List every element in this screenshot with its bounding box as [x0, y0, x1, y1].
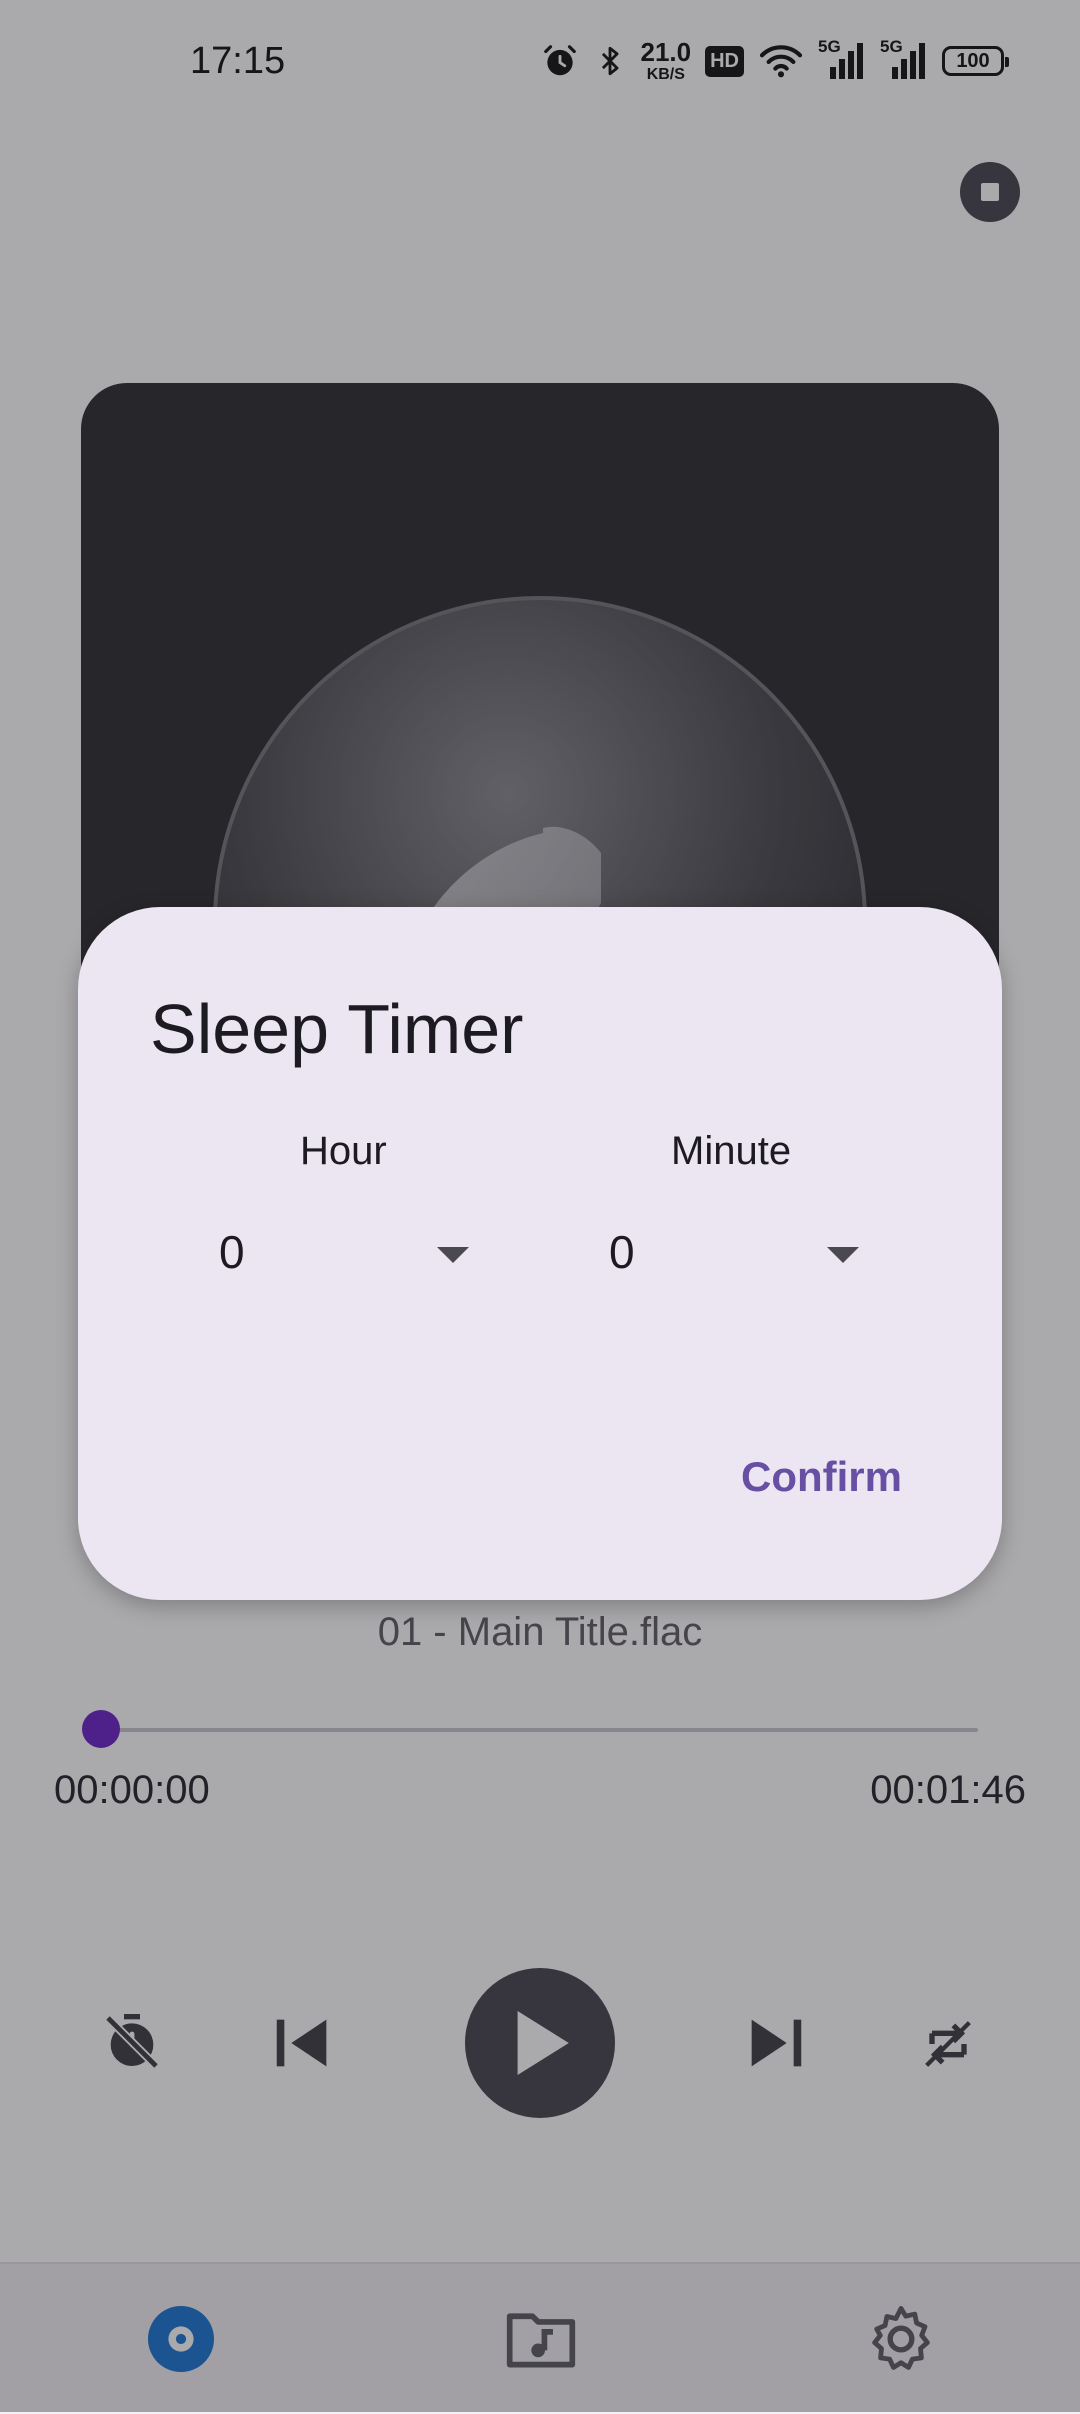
- confirm-button[interactable]: Confirm: [741, 1443, 902, 1511]
- hour-dropdown-arrow-icon: [437, 1247, 469, 1263]
- hour-label: Hour: [300, 1129, 387, 1173]
- minute-dropdown-arrow-icon: [827, 1247, 859, 1263]
- sleep-timer-dialog: Sleep Timer Hour Minute 0 0 Confirm: [78, 907, 1002, 1600]
- dialog-title: Sleep Timer: [150, 990, 524, 1068]
- hour-dropdown[interactable]: 0: [219, 1217, 469, 1297]
- hour-value: 0: [219, 1226, 245, 1278]
- minute-label: Minute: [671, 1129, 792, 1173]
- minute-dropdown[interactable]: 0: [609, 1217, 859, 1297]
- minute-value: 0: [609, 1226, 635, 1278]
